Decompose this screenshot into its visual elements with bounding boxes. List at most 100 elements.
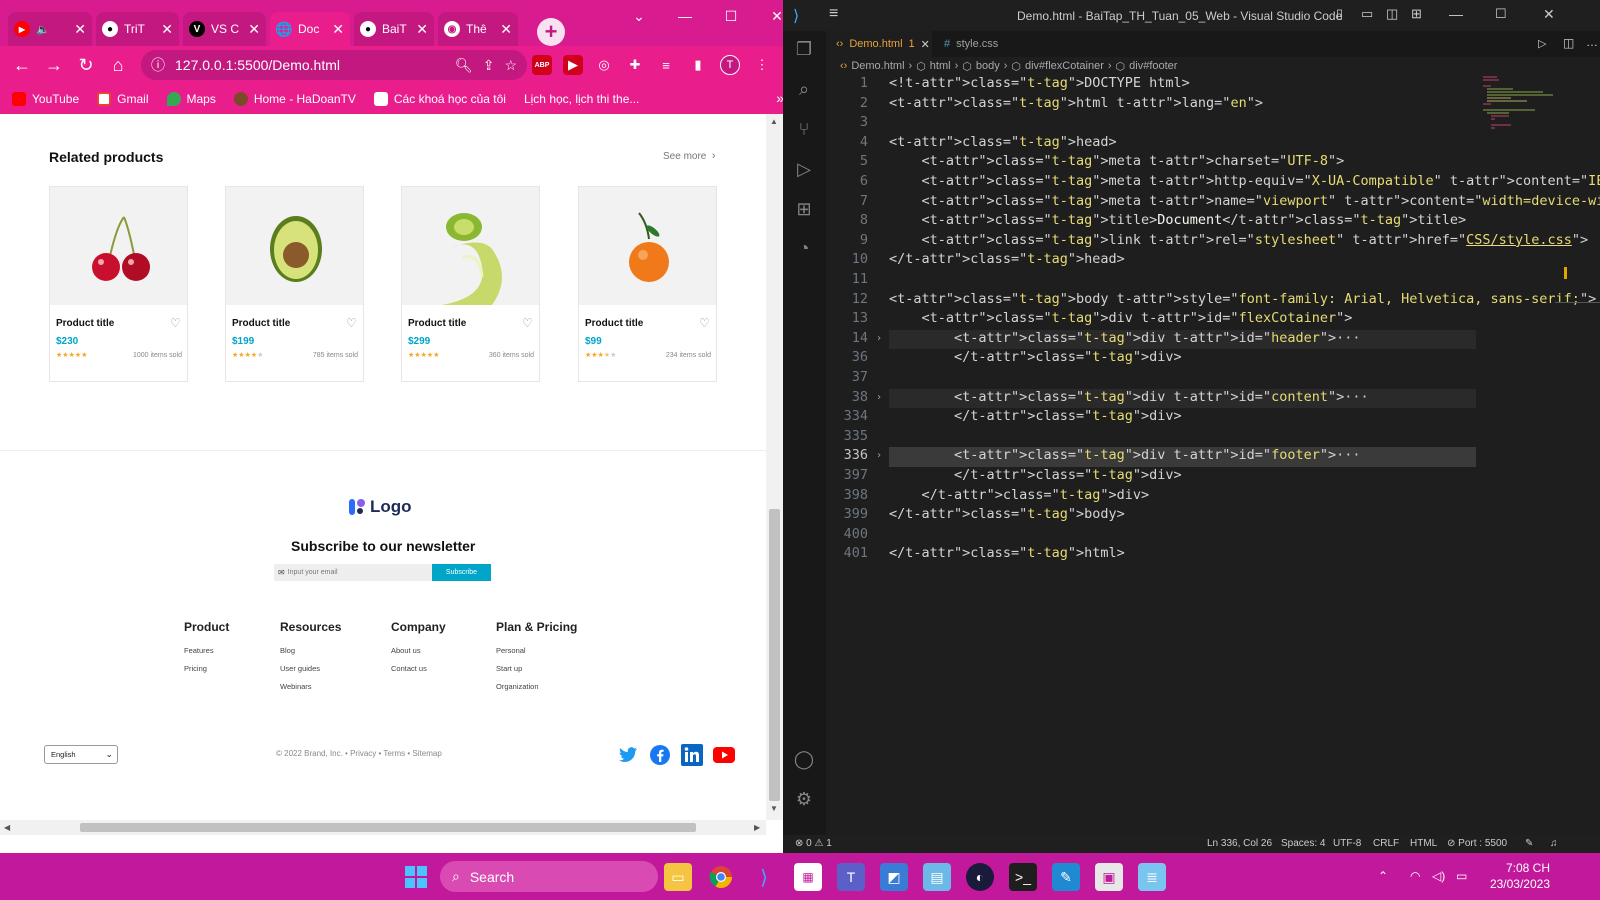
reading-list-icon[interactable]: ≡ xyxy=(656,55,676,75)
close-icon[interactable]: ✕ xyxy=(248,21,260,38)
code-line[interactable]: 1 <!t-attr">class="t-tag">DOCTYPE html> xyxy=(826,75,1526,95)
bookmark-courses[interactable]: Các khoá học của tôi xyxy=(373,92,506,106)
code-line[interactable]: 10 </t-attr">class="t-tag">head> xyxy=(826,251,1526,271)
product-title[interactable]: Product title xyxy=(232,318,290,329)
cursor-position[interactable]: Ln 336, Col 26 xyxy=(1207,838,1272,849)
code-editor[interactable]: 1 <!t-attr">class="t-tag">DOCTYPE html> 2 <… xyxy=(826,75,1600,835)
breadcrumb-item[interactable]: body xyxy=(976,60,1000,72)
heart-icon[interactable]: ♡ xyxy=(522,316,533,330)
chrome-icon[interactable] xyxy=(707,863,735,891)
tab-search-button[interactable]: ⌄ xyxy=(616,0,662,32)
footer-link[interactable]: Organization xyxy=(496,682,577,691)
line-endings[interactable]: CRLF xyxy=(1373,838,1399,849)
indentation[interactable]: Spaces: 4 xyxy=(1281,838,1325,849)
speaker-icon[interactable]: ◁) xyxy=(1432,869,1445,883)
code-line[interactable]: 336 › <t-attr">class="t-tag">div t-attr">… xyxy=(826,447,1526,467)
close-window-button[interactable]: ✕ xyxy=(1543,6,1555,23)
info-icon[interactable]: ⓘ xyxy=(151,55,165,75)
control-panel-icon[interactable]: ▤ xyxy=(923,863,951,891)
battery-icon[interactable]: ▭ xyxy=(1456,869,1467,883)
code-line[interactable]: 9 <t-attr">class="t-tag">link t-attr">re… xyxy=(826,232,1588,252)
compass-icon[interactable]: ◎ xyxy=(594,55,614,75)
footer-link[interactable]: Contact us xyxy=(391,664,446,673)
gear-icon[interactable]: ⚙ xyxy=(792,787,816,811)
forward-button[interactable]: → xyxy=(38,49,70,81)
minimap-slider[interactable] xyxy=(1555,302,1600,303)
vscode-taskbar-icon[interactable]: ⟩ xyxy=(750,863,778,891)
code-line[interactable]: 335 xyxy=(826,428,1526,448)
twitter-icon[interactable] xyxy=(617,744,639,766)
hamburger-menu-icon[interactable]: ≡ xyxy=(829,5,838,23)
scrollbar-thumb[interactable] xyxy=(769,509,780,801)
speaker-icon[interactable]: 🔈 xyxy=(36,23,50,36)
code-line[interactable]: 397 </t-attr">class="t-tag">div> xyxy=(826,467,1526,487)
footer-link[interactable]: About us xyxy=(391,646,446,655)
customize-layout-icon[interactable]: ⊞ xyxy=(1411,6,1422,22)
footer-link[interactable]: User guides xyxy=(280,664,341,673)
back-button[interactable]: ← xyxy=(6,49,38,81)
bookmark-youtube[interactable]: YouTube xyxy=(12,92,79,106)
bookmark-hadoantv[interactable]: Home - HaDoanTV xyxy=(233,92,356,106)
bookmark-star-icon[interactable]: ☆ xyxy=(504,57,517,74)
browser-tab-youtube[interactable]: ▶ 🔈 ✕ xyxy=(8,12,92,46)
breadcrumb-item[interactable]: div#footer xyxy=(1129,60,1177,72)
heart-icon[interactable]: ♡ xyxy=(170,316,181,330)
code-line[interactable]: 38 › <t-attr">class="t-tag">div t-attr">i… xyxy=(826,388,1526,409)
paint-icon[interactable]: ✎ xyxy=(1052,863,1080,891)
browser-tab-vs[interactable]: V VS C ✕ xyxy=(183,12,266,46)
bookmark-gmail[interactable]: Gmail xyxy=(97,92,149,106)
code-line[interactable]: 334 </t-attr">class="t-tag">div> xyxy=(826,408,1526,428)
footer-link[interactable]: Start up xyxy=(496,664,577,673)
close-icon[interactable]: ✕ xyxy=(500,21,512,38)
browser-tab-baitap[interactable]: ● BaiT ✕ xyxy=(354,12,434,46)
subscribe-button[interactable]: Subscribe xyxy=(432,564,491,581)
explorer-icon[interactable]: ❐ xyxy=(792,37,816,61)
remote-explorer-icon[interactable]: ◔ xyxy=(792,236,816,260)
code-line[interactable]: 8 <t-attr">class="t-tag">title>Document<… xyxy=(826,212,1526,232)
code-line[interactable]: 13 <t-attr">class="t-tag">div t-attr">id… xyxy=(826,310,1526,330)
menu-kebab-icon[interactable]: ⋮ xyxy=(752,55,772,75)
code-line[interactable]: 36 </t-attr">class="t-tag">div> xyxy=(826,349,1526,369)
code-line[interactable]: 14 › <t-attr">class="t-tag">div t-attr">i… xyxy=(826,329,1526,350)
vertical-scrollbar[interactable]: ▲ ▼ xyxy=(766,114,783,820)
browser-tab-the[interactable]: ◉ Thê ✕ xyxy=(438,12,518,46)
feedback-icon[interactable]: ✎ xyxy=(1525,838,1533,849)
code-line[interactable]: 11 xyxy=(826,271,1526,291)
footer-link[interactable]: Blog xyxy=(280,646,341,655)
tab-demo-html[interactable]: ‹› Demo.html 1 ✕ xyxy=(826,31,932,57)
tab-style-css[interactable]: # style.css xyxy=(934,31,1028,57)
youtube-icon[interactable] xyxy=(713,744,735,766)
fold-chevron-icon[interactable]: › xyxy=(876,333,882,344)
file-explorer-icon[interactable]: ▭ xyxy=(664,863,692,891)
scrollbar-thumb[interactable] xyxy=(80,823,696,832)
code-line[interactable]: 398 </t-attr">class="t-tag">div> xyxy=(826,487,1526,507)
email-input[interactable]: ✉ Input your email xyxy=(274,564,432,581)
encoding[interactable]: UTF-8 xyxy=(1333,838,1361,849)
close-icon[interactable]: ✕ xyxy=(74,21,86,38)
source-control-icon[interactable]: ⑂ xyxy=(792,117,816,141)
breadcrumb-item[interactable]: html xyxy=(930,60,951,72)
wifi-icon[interactable]: ◠ xyxy=(1410,869,1420,883)
eclipse-icon[interactable]: ◐ xyxy=(966,863,994,891)
toggle-panel-icon[interactable]: ▭ xyxy=(1361,6,1373,22)
adblock-plus-icon[interactable]: ABP xyxy=(532,55,552,75)
scroll-up-arrow-icon[interactable]: ▲ xyxy=(770,117,778,126)
extensions-puzzle-icon[interactable]: ✚ xyxy=(625,55,645,75)
problems-indicator[interactable]: ⊗ 0 ⚠ 1 xyxy=(795,838,832,849)
more-actions-icon[interactable]: … xyxy=(1586,35,1598,49)
code-line[interactable]: 12 <t-attr">class="t-tag">body t-attr">st… xyxy=(826,291,1596,311)
browser-tab-github[interactable]: ● TriT ✕ xyxy=(96,12,179,46)
photos-icon[interactable]: ◩ xyxy=(880,863,908,891)
reload-button[interactable]: ↻ xyxy=(70,49,102,81)
product-title[interactable]: Product title xyxy=(408,318,466,329)
scroll-right-arrow-icon[interactable]: ▶ xyxy=(754,823,760,832)
minimize-button[interactable]: — xyxy=(1449,6,1463,22)
close-icon[interactable]: ✕ xyxy=(416,21,428,38)
maximize-button[interactable]: ☐ xyxy=(708,0,754,32)
code-line[interactable]: 37 xyxy=(826,369,1526,389)
product-card[interactable]: Product title ♡ $199 ★★★★★ 785 items sol… xyxy=(225,186,364,382)
close-icon[interactable]: ✕ xyxy=(161,21,173,38)
fold-chevron-icon[interactable]: › xyxy=(876,450,882,461)
code-line[interactable]: 3 xyxy=(826,114,1526,134)
address-bar[interactable]: ⓘ 127.0.0.1:5500/Demo.html 🔍︎ ⇪ ☆ xyxy=(141,50,527,80)
